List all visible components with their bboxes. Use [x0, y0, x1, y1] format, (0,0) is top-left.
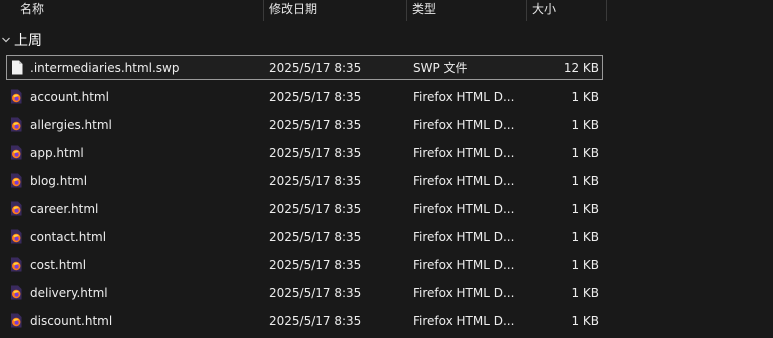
file-name: career.html — [30, 202, 99, 216]
file-type: Firefox HTML D... — [413, 118, 515, 132]
file-row[interactable]: blog.html 2025/5/17 8:35 Firefox HTML D.… — [0, 167, 604, 195]
file-row[interactable]: career.html 2025/5/17 8:35 Firefox HTML … — [0, 195, 604, 223]
file-size: 1 KB — [571, 146, 599, 160]
column-header-name[interactable]: 名称 — [15, 0, 260, 21]
file-row[interactable]: discount.html 2025/5/17 8:35 Firefox HTM… — [0, 307, 604, 335]
firefox-html-icon — [10, 145, 22, 160]
file-size: 1 KB — [571, 118, 599, 132]
column-header-type[interactable]: 类型 — [407, 0, 525, 21]
file-modified-date: 2025/5/17 8:35 — [269, 286, 362, 300]
file-row[interactable]: cost.html 2025/5/17 8:35 Firefox HTML D.… — [0, 251, 604, 279]
firefox-html-icon — [10, 257, 22, 272]
file-size: 1 KB — [571, 90, 599, 104]
firefox-html-icon — [10, 89, 22, 104]
file-modified-date: 2025/5/17 8:35 — [269, 314, 362, 328]
file-size: 1 KB — [571, 202, 599, 216]
file-name: account.html — [30, 90, 109, 104]
file-modified-date: 2025/5/17 8:35 — [269, 202, 362, 216]
file-type: Firefox HTML D... — [413, 258, 515, 272]
file-name: .intermediaries.html.swp — [30, 61, 180, 75]
file-modified-date: 2025/5/17 8:35 — [269, 146, 362, 160]
file-row[interactable]: app.html 2025/5/17 8:35 Firefox HTML D..… — [0, 139, 604, 167]
file-size: 1 KB — [571, 286, 599, 300]
firefox-html-icon — [10, 285, 22, 300]
file-name: delivery.html — [30, 286, 108, 300]
file-name: app.html — [30, 146, 84, 160]
file-type: SWP 文件 — [413, 61, 468, 75]
file-type: Firefox HTML D... — [413, 230, 515, 244]
file-row[interactable]: delivery.html 2025/5/17 8:35 Firefox HTM… — [0, 279, 604, 307]
file-modified-date: 2025/5/17 8:35 — [269, 258, 362, 272]
file-row[interactable]: .intermediaries.html.swp 2025/5/17 8:35 … — [6, 55, 603, 80]
file-size: 1 KB — [571, 258, 599, 272]
file-name: discount.html — [30, 314, 113, 328]
column-header-size[interactable]: 大小 — [527, 0, 605, 21]
generic-file-icon — [11, 60, 23, 75]
file-size: 1 KB — [571, 230, 599, 244]
file-row[interactable]: account.html 2025/5/17 8:35 Firefox HTML… — [0, 83, 604, 111]
group-header-last-week[interactable]: 上周 — [0, 30, 773, 52]
column-header-date[interactable]: 修改日期 — [264, 0, 405, 21]
firefox-html-icon — [10, 117, 22, 132]
file-explorer-list: 名称 修改日期 类型 大小 上周 .intermediaries.html.sw… — [0, 0, 773, 338]
file-modified-date: 2025/5/17 8:35 — [269, 230, 362, 244]
file-name: allergies.html — [30, 118, 112, 132]
column-divider[interactable] — [606, 0, 607, 21]
file-name: contact.html — [30, 230, 107, 244]
file-size: 1 KB — [571, 174, 599, 188]
file-type: Firefox HTML D... — [413, 90, 515, 104]
file-row[interactable]: contact.html 2025/5/17 8:35 Firefox HTML… — [0, 223, 604, 251]
file-size: 12 KB — [563, 61, 599, 75]
group-label: 上周 — [14, 33, 42, 49]
file-modified-date: 2025/5/17 8:35 — [269, 118, 362, 132]
firefox-html-icon — [10, 229, 22, 244]
firefox-html-icon — [10, 313, 22, 328]
file-modified-date: 2025/5/17 8:35 — [269, 61, 362, 75]
file-modified-date: 2025/5/17 8:35 — [269, 90, 362, 104]
file-type: Firefox HTML D... — [413, 174, 515, 188]
chevron-down-icon[interactable] — [1, 34, 11, 46]
firefox-html-icon — [10, 201, 22, 216]
file-name: blog.html — [30, 174, 88, 188]
file-name: cost.html — [30, 258, 87, 272]
file-type: Firefox HTML D... — [413, 286, 515, 300]
firefox-html-icon — [10, 173, 22, 188]
file-type: Firefox HTML D... — [413, 146, 515, 160]
column-header-bar: 名称 修改日期 类型 大小 — [0, 0, 773, 21]
file-type: Firefox HTML D... — [413, 314, 515, 328]
file-list: .intermediaries.html.swp 2025/5/17 8:35 … — [0, 55, 773, 335]
file-type: Firefox HTML D... — [413, 202, 515, 216]
file-size: 1 KB — [571, 314, 599, 328]
file-row[interactable]: allergies.html 2025/5/17 8:35 Firefox HT… — [0, 111, 604, 139]
file-modified-date: 2025/5/17 8:35 — [269, 174, 362, 188]
